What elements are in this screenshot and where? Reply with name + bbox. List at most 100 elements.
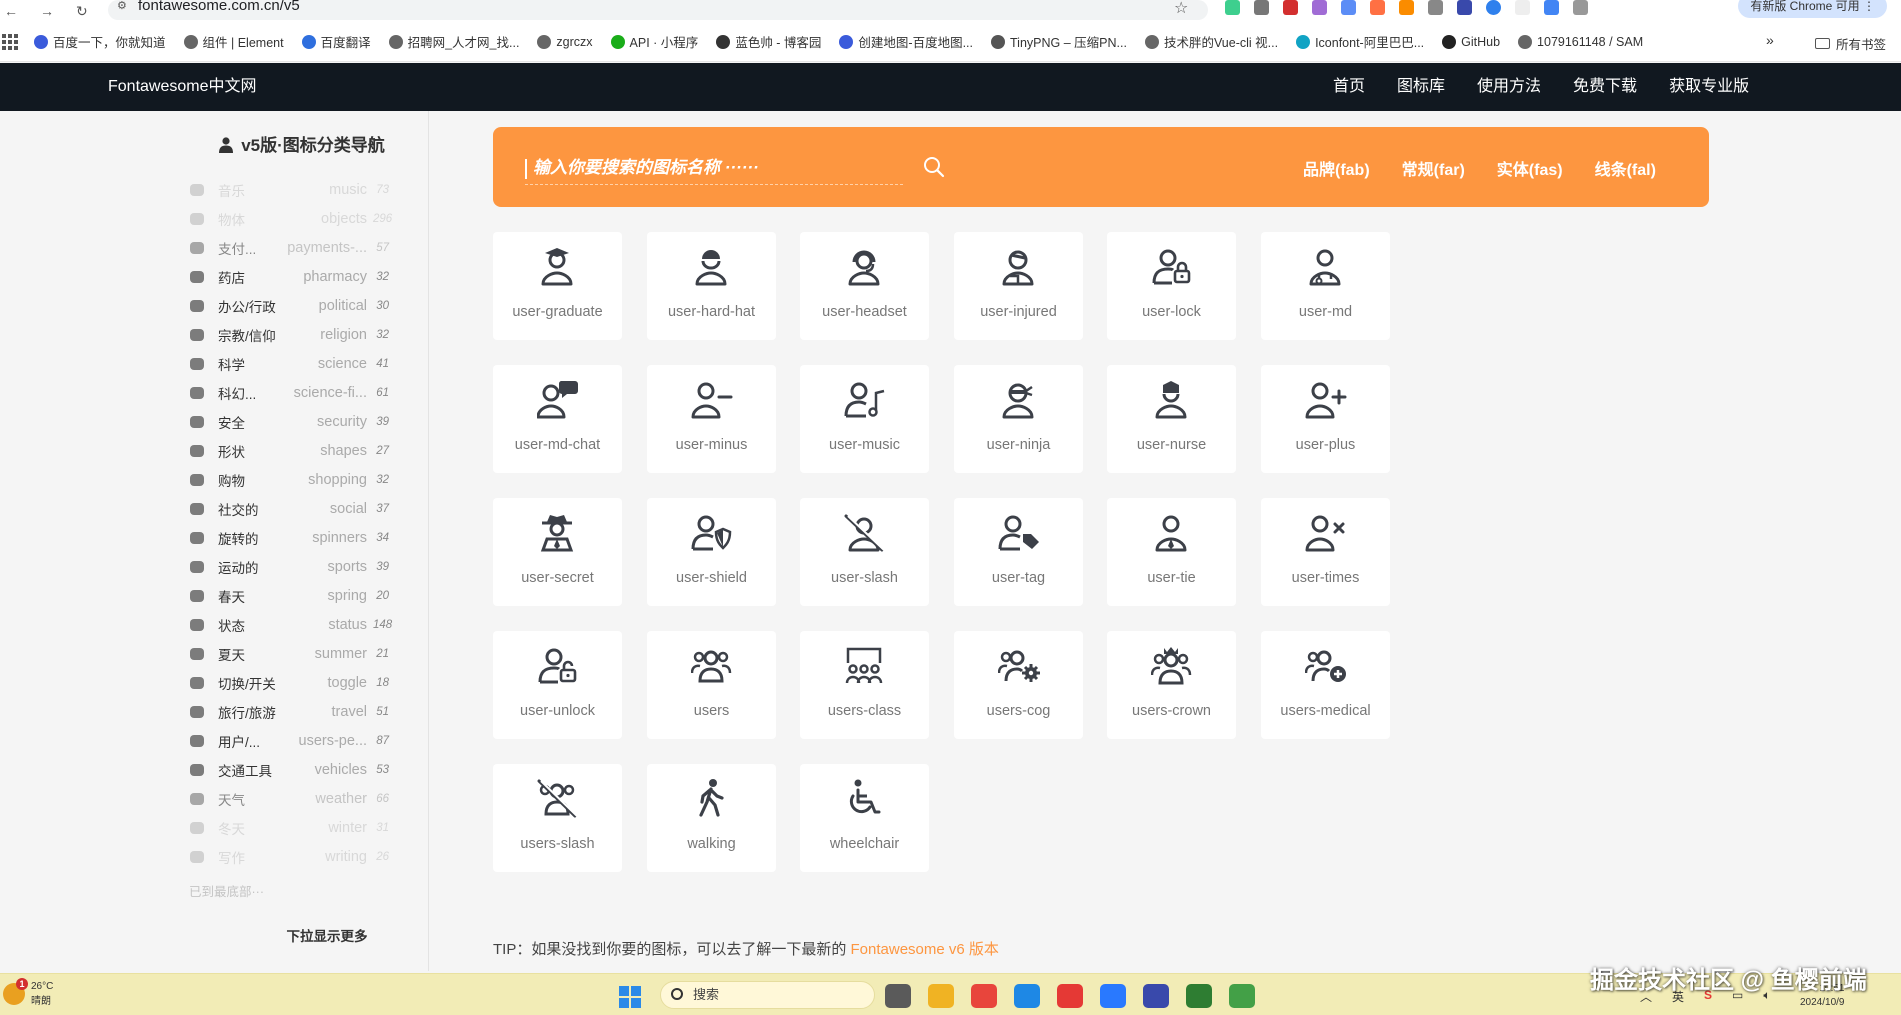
category-item-vehicles[interactable]: 交通工具 vehicles 53 — [189, 755, 389, 784]
icon-card-users-slash[interactable]: users-slash — [493, 764, 622, 872]
category-item-social[interactable]: 社交的 social 37 — [189, 494, 389, 523]
category-item-spinners[interactable]: 旋转的 spinners 34 — [189, 523, 389, 552]
icon-card-user-ninja[interactable]: user-ninja — [954, 365, 1083, 473]
taskbar-app-icon[interactable] — [1100, 984, 1126, 1008]
taskbar-app-icon[interactable] — [1057, 984, 1083, 1008]
taskbar-app-icon[interactable] — [971, 984, 997, 1008]
extension-icon[interactable] — [1283, 0, 1298, 15]
icon-card-user-md-chat[interactable]: user-md-chat — [493, 365, 622, 473]
bookmark-item[interactable]: 蓝色帅 - 博客园 — [716, 32, 821, 51]
category-item-security[interactable]: 安全 security 39 — [189, 407, 389, 436]
all-bookmarks-button[interactable]: 所有书签 — [1815, 34, 1886, 53]
taskbar-app-icon[interactable] — [1143, 984, 1169, 1008]
filter-brands[interactable]: 品牌(fab) — [1303, 127, 1370, 215]
icon-card-users-medical[interactable]: users-medical — [1261, 631, 1390, 739]
extension-icon[interactable] — [1428, 0, 1443, 15]
bookmark-star-icon[interactable]: ☆ — [1174, 0, 1188, 18]
bookmark-item[interactable]: 创建地图-百度地图... — [839, 32, 973, 51]
back-icon[interactable]: ← — [4, 3, 18, 19]
extension-icon[interactable] — [1457, 0, 1472, 15]
category-item-travel[interactable]: 旅行/旅游 travel 51 — [189, 697, 389, 726]
bookmark-item[interactable]: TinyPNG – 压缩PN... — [991, 32, 1127, 51]
icon-card-users[interactable]: users — [647, 631, 776, 739]
category-item-payments[interactable]: 支付... payments-... 57 — [189, 233, 389, 262]
icon-card-user-injured[interactable]: user-injured — [954, 232, 1083, 340]
extension-icon[interactable] — [1486, 0, 1501, 15]
site-info-icon[interactable]: ⚙ — [117, 0, 127, 12]
category-item-userspe[interactable]: 用户/... users-pe... 87 — [189, 726, 389, 755]
icon-card-user-nurse[interactable]: user-nurse — [1107, 365, 1236, 473]
taskbar-app-icon[interactable] — [1014, 984, 1040, 1008]
filter-regular[interactable]: 常规(far) — [1402, 127, 1465, 215]
icon-card-user-shield[interactable]: user-shield — [647, 498, 776, 606]
icon-card-user-times[interactable]: user-times — [1261, 498, 1390, 606]
extension-icon[interactable] — [1399, 0, 1414, 15]
url-input[interactable]: ⚙ fontawesome.com.cn/v5 — [108, 0, 1208, 20]
icon-card-users-crown[interactable]: users-crown — [1107, 631, 1236, 739]
search-icon[interactable] — [923, 156, 945, 178]
extension-icon[interactable] — [1370, 0, 1385, 15]
bookmark-item[interactable]: 百度一下，你就知道 — [34, 32, 166, 51]
category-item-sciencefi[interactable]: 科幻... science-fi... 61 — [189, 378, 389, 407]
bookmark-item[interactable]: Iconfont-阿里巴巴... — [1296, 32, 1424, 51]
reload-icon[interactable]: ↻ — [76, 3, 88, 20]
extension-icon[interactable] — [1312, 0, 1327, 15]
extension-icon[interactable] — [1225, 0, 1240, 15]
bookmark-item[interactable]: 招聘网_人才网_找... — [388, 32, 519, 51]
windows-start-icon[interactable] — [619, 986, 641, 1008]
site-brand[interactable]: Fontawesome中文网 — [108, 63, 257, 111]
icon-card-user-hard-hat[interactable]: user-hard-hat — [647, 232, 776, 340]
icon-card-user-tag[interactable]: user-tag — [954, 498, 1083, 606]
extension-icon[interactable] — [1254, 0, 1269, 15]
bookmark-item[interactable]: 技术胖的Vue-cli 视... — [1144, 32, 1278, 51]
extension-icon[interactable] — [1544, 0, 1559, 15]
taskbar-app-icon[interactable] — [928, 984, 954, 1008]
icon-card-walking[interactable]: walking — [647, 764, 776, 872]
icon-card-user-minus[interactable]: user-minus — [647, 365, 776, 473]
bookmark-item[interactable]: API · 小程序 — [610, 32, 698, 51]
v6-link[interactable]: Fontawesome v6 版本 — [851, 941, 999, 958]
category-item-science[interactable]: 科学 science 41 — [189, 349, 389, 378]
category-item-political[interactable]: 办公/行政 political 30 — [189, 291, 389, 320]
load-more-hint[interactable]: 下拉显示更多 — [175, 925, 429, 945]
category-item-shopping[interactable]: 购物 shopping 32 — [189, 465, 389, 494]
nav-get-pro[interactable]: 获取专业版 — [1669, 63, 1749, 111]
category-item-weather[interactable]: 天气 weather 66 — [189, 784, 389, 813]
category-item-spring[interactable]: 春天 spring 20 — [189, 581, 389, 610]
bookmark-item[interactable]: 1079161148 / SAM — [1518, 32, 1643, 51]
icon-card-user-slash[interactable]: user-slash — [800, 498, 929, 606]
icon-card-user-tie[interactable]: user-tie — [1107, 498, 1236, 606]
taskbar-app-icon[interactable] — [1229, 984, 1255, 1008]
nav-icon-library[interactable]: 图标库 — [1397, 63, 1445, 111]
category-item-status[interactable]: 状态 status 148 — [189, 610, 392, 639]
chrome-update-button[interactable]: 有新版 Chrome 可用 ⋮ — [1738, 0, 1887, 18]
extension-icon[interactable] — [1515, 0, 1530, 15]
weather-widget[interactable]: 1 26°C 晴朗 — [3, 978, 53, 1007]
bookmark-item[interactable]: 组件 | Element — [183, 32, 284, 51]
forward-icon[interactable]: → — [40, 3, 54, 19]
taskbar-app-icon[interactable] — [1186, 984, 1212, 1008]
nav-usage[interactable]: 使用方法 — [1477, 63, 1541, 111]
icon-card-users-cog[interactable]: users-cog — [954, 631, 1083, 739]
category-item-pharmacy[interactable]: 药店 pharmacy 32 — [189, 262, 389, 291]
icon-card-user-secret[interactable]: user-secret — [493, 498, 622, 606]
puzzle-icon[interactable] — [1573, 0, 1588, 15]
taskbar-search[interactable]: 搜索 — [660, 981, 875, 1009]
icon-card-wheelchair[interactable]: wheelchair — [800, 764, 929, 872]
extension-icon[interactable] — [1341, 0, 1356, 15]
category-item-shapes[interactable]: 形状 shapes 27 — [189, 436, 389, 465]
category-item-writing[interactable]: 写作 writing 26 — [189, 842, 389, 871]
category-item-sports[interactable]: 运动的 sports 39 — [189, 552, 389, 581]
bookmark-item[interactable]: GitHub — [1442, 32, 1500, 51]
icon-card-user-lock[interactable]: user-lock — [1107, 232, 1236, 340]
category-item-toggle[interactable]: 切换/开关 toggle 18 — [189, 668, 389, 697]
nav-free-download[interactable]: 免费下载 — [1573, 63, 1637, 111]
icon-card-user-unlock[interactable]: user-unlock — [493, 631, 622, 739]
category-item-religion[interactable]: 宗教/信仰 religion 32 — [189, 320, 389, 349]
icon-card-users-class[interactable]: users-class — [800, 631, 929, 739]
icon-card-user-plus[interactable]: user-plus — [1261, 365, 1390, 473]
icon-card-user-music[interactable]: user-music — [800, 365, 929, 473]
category-item-summer[interactable]: 夏天 summer 21 — [189, 639, 389, 668]
category-item-objects[interactable]: 物体 objects 296 — [189, 204, 392, 233]
taskbar-app-icon[interactable] — [885, 984, 911, 1008]
